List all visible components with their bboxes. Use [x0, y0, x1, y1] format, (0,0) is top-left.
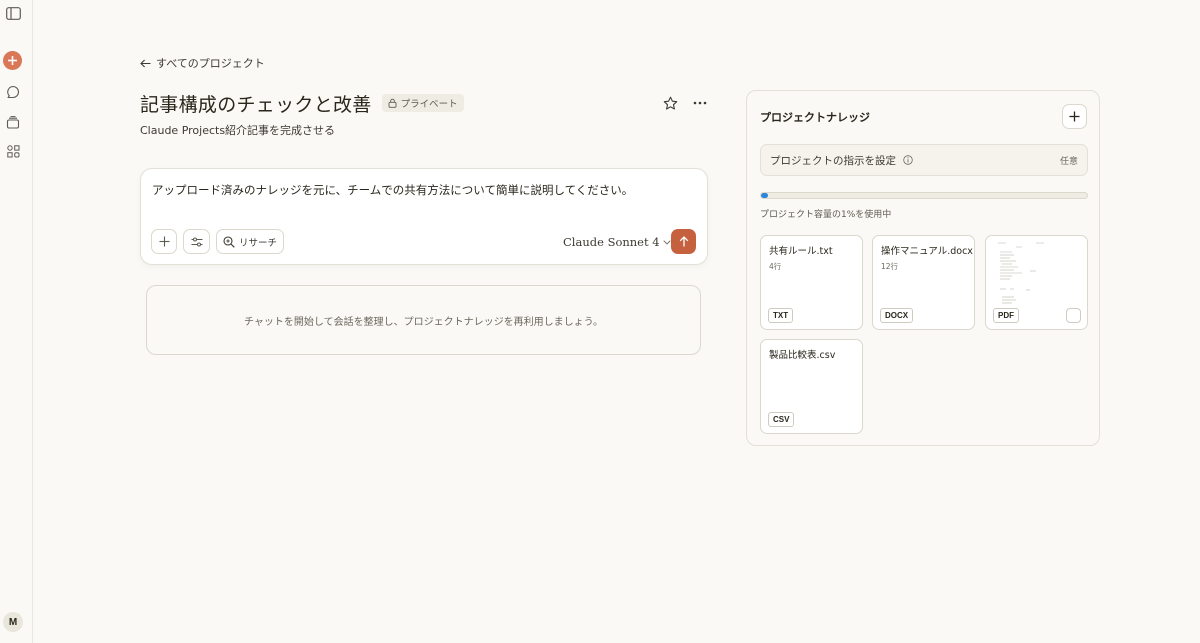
attach-button[interactable] — [151, 229, 177, 254]
model-selector[interactable]: Claude Sonnet 4 — [563, 235, 671, 249]
visibility-badge: プライベート — [381, 94, 464, 112]
left-rail: M — [0, 0, 33, 643]
file-line-count: 12行 — [881, 262, 899, 271]
instructions-label: プロジェクトの指示を設定 — [770, 154, 896, 167]
empty-state-message: チャットを開始して会話を整理し、プロジェクトナレッジを再利用しましょう。 — [244, 316, 603, 328]
tools-button[interactable] — [183, 229, 210, 254]
instructions-optional: 任意 — [1059, 156, 1078, 167]
file-name: 共有ルール.txt — [769, 246, 833, 257]
info-icon — [903, 155, 913, 165]
send-button[interactable] — [671, 229, 696, 254]
back-to-projects-link[interactable]: すべてのプロジェクト — [140, 55, 265, 71]
lock-icon — [388, 98, 397, 108]
chevron-down-icon — [662, 239, 671, 245]
project-description: Claude Projects紹介記事を完成させる — [140, 124, 336, 137]
new-chat-button[interactable] — [3, 51, 22, 70]
file-card-txt[interactable]: 共有ルール.txt 4行 TXT — [760, 235, 863, 330]
model-name: Claude Sonnet 4 — [563, 235, 660, 249]
avatar[interactable]: M — [3, 612, 23, 632]
page-title: 記事構成のチェックと改善 — [140, 93, 372, 116]
file-name: 操作マニュアル.docx — [881, 246, 973, 257]
sidebar-toggle-icon[interactable] — [4, 4, 22, 22]
search-icon — [223, 235, 235, 248]
plus-icon — [8, 56, 17, 65]
arrow-up-icon — [679, 236, 688, 247]
arrow-left-icon — [140, 59, 151, 67]
research-label: リサーチ — [239, 237, 278, 249]
folder-stack-icon[interactable] — [4, 113, 22, 131]
capacity-fill — [761, 193, 768, 198]
ellipsis-icon[interactable] — [692, 95, 708, 111]
project-header: 記事構成のチェックと改善 プライベート — [140, 89, 708, 117]
add-knowledge-button[interactable] — [1062, 104, 1087, 129]
pdf-thumbnail — [998, 242, 1044, 304]
file-type-badge: PDF — [993, 308, 1019, 323]
project-knowledge-panel: プロジェクトナレッジ プロジェクトの指示を設定 任意 プロジェクト容量の1%を使… — [746, 90, 1100, 446]
file-card-docx[interactable]: 操作マニュアル.docx 12行 DOCX — [872, 235, 975, 330]
message-input[interactable]: アップロード済みのナレッジを元に、チームでの共有方法について簡単に説明してくださ… — [152, 182, 633, 198]
file-card-csv[interactable]: 製品比較表.csv CSV — [760, 339, 863, 434]
empty-chat-state: チャットを開始して会話を整理し、プロジェクトナレッジを再利用しましょう。 — [146, 285, 701, 355]
capacity-text: プロジェクト容量の1%を使用中 — [760, 210, 892, 220]
file-select-checkbox[interactable] — [1066, 308, 1081, 323]
star-icon[interactable] — [662, 95, 678, 111]
file-type-badge: TXT — [768, 308, 794, 323]
file-type-badge: CSV — [768, 412, 795, 427]
research-button[interactable]: リサーチ — [216, 229, 285, 254]
back-link-label: すべてのプロジェクト — [156, 57, 265, 70]
plus-icon — [1069, 111, 1080, 122]
grid-icon[interactable] — [4, 142, 22, 160]
sliders-icon — [191, 237, 202, 246]
chat-composer[interactable]: アップロード済みのナレッジを元に、チームでの共有方法について簡単に説明してくださ… — [140, 168, 708, 265]
panel-title: プロジェクトナレッジ — [760, 111, 870, 124]
chat-bubble-icon[interactable] — [4, 83, 22, 101]
file-type-badge: DOCX — [880, 308, 914, 323]
file-name: 製品比較表.csv — [769, 350, 836, 361]
set-instructions-button[interactable]: プロジェクトの指示を設定 任意 — [760, 144, 1088, 176]
plus-icon — [159, 236, 169, 247]
file-line-count: 4行 — [769, 262, 782, 271]
capacity-bar — [760, 192, 1088, 199]
visibility-label: プライベート — [400, 99, 458, 110]
file-card-pdf[interactable]: PDF — [985, 235, 1088, 330]
